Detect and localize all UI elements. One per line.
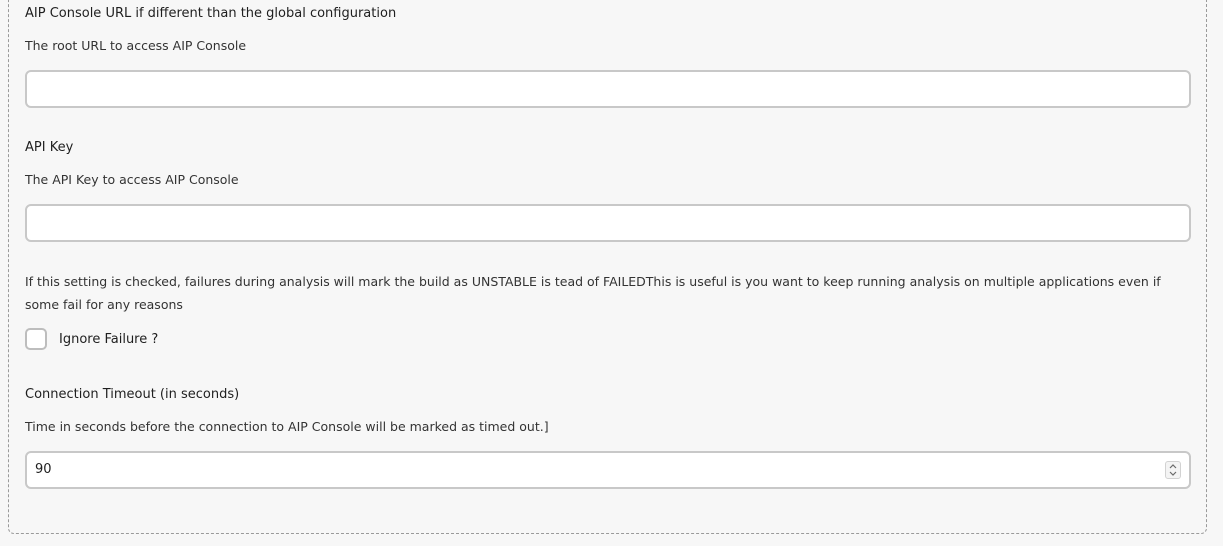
connection-timeout-description: Time in seconds before the connection to…	[25, 419, 549, 434]
number-spinner[interactable]	[1165, 461, 1181, 479]
console-url-description: The root URL to access AIP Console	[25, 38, 247, 53]
connection-timeout-value[interactable]: 90	[35, 453, 52, 487]
ignore-failure-description: If this setting is checked, failures dur…	[25, 274, 1161, 312]
connection-timeout-label: Connection Timeout (in seconds)	[25, 387, 240, 402]
ignore-failure-label[interactable]: Ignore Failure ?	[59, 332, 158, 347]
ignore-failure-row[interactable]: Ignore Failure ?	[25, 328, 158, 350]
console-url-label: AIP Console URL if different than the gl…	[25, 6, 397, 21]
ignore-failure-checkbox[interactable]	[25, 328, 47, 350]
connection-timeout-input[interactable]: 90	[25, 451, 1191, 489]
console-url-input[interactable]	[25, 70, 1191, 108]
chevron-down-icon[interactable]	[1169, 470, 1177, 477]
api-key-label: API Key	[25, 140, 74, 155]
api-key-description: The API Key to access AIP Console	[25, 172, 239, 187]
api-key-input[interactable]	[25, 204, 1191, 242]
chevron-up-icon[interactable]	[1169, 463, 1177, 470]
